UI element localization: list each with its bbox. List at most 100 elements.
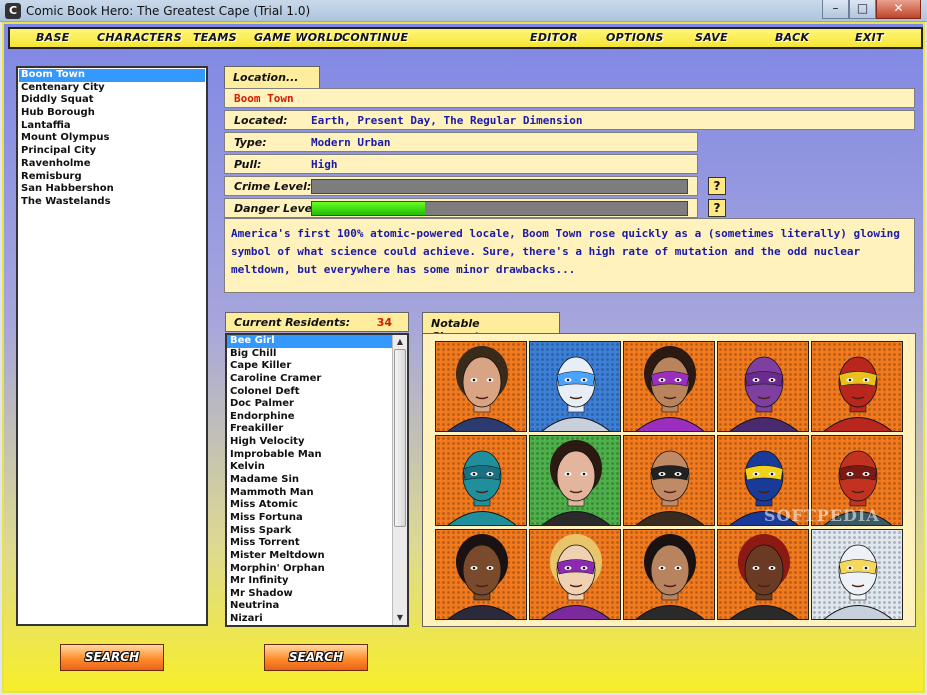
resident-item[interactable]: Nizari xyxy=(227,613,407,625)
location-item[interactable]: Lantaffia xyxy=(19,120,205,133)
menu-teams[interactable]: TEAMS xyxy=(193,31,237,44)
danger-help-button[interactable]: ? xyxy=(708,199,726,217)
character-portrait[interactable] xyxy=(529,341,621,432)
resident-item[interactable]: Miss Spark xyxy=(227,525,407,538)
close-icon[interactable]: ✕ xyxy=(876,0,921,19)
window-titlebar: C Comic Book Hero: The Greatest Cape (Tr… xyxy=(0,0,927,22)
residents-scrollbar[interactable]: ▲ ▼ xyxy=(392,335,407,625)
location-item[interactable]: Diddly Squat xyxy=(19,94,205,107)
resident-item[interactable]: Freakiller xyxy=(227,423,407,436)
portrait-art xyxy=(541,356,611,431)
resident-item[interactable]: Colonel Deft xyxy=(227,386,407,399)
resident-item[interactable]: Miss Fortuna xyxy=(227,512,407,525)
location-item[interactable]: Centenary City xyxy=(19,82,205,95)
resident-item[interactable]: Kelvin xyxy=(227,461,407,474)
notable-characters-panel xyxy=(422,333,916,627)
minimize-icon[interactable]: – xyxy=(822,0,849,19)
pull-row: Pull: High xyxy=(224,154,698,174)
notable-tab: Notable Characters... xyxy=(422,312,560,343)
character-portrait[interactable] xyxy=(529,529,621,620)
resident-item[interactable]: Mister Meltdown xyxy=(227,550,407,563)
crime-level-bar xyxy=(311,179,688,194)
menu-editor[interactable]: EDITOR xyxy=(530,31,578,44)
location-name: Boom Town xyxy=(234,92,294,105)
resident-item[interactable]: Neutrina xyxy=(227,600,407,613)
menu-options[interactable]: OPTIONS xyxy=(606,31,664,44)
pull-label: Pull: xyxy=(234,158,262,171)
resident-item[interactable]: Caroline Cramer xyxy=(227,373,407,386)
crime-help-button[interactable]: ? xyxy=(708,177,726,195)
resident-item[interactable]: Madame Sin xyxy=(227,474,407,487)
character-portrait[interactable] xyxy=(435,341,527,432)
app-icon: C xyxy=(5,3,21,19)
menu-save[interactable]: SAVE xyxy=(695,31,728,44)
portrait-art xyxy=(447,534,517,619)
resident-item[interactable]: Cape Killer xyxy=(227,360,407,373)
location-item[interactable]: Ravenholme xyxy=(19,158,205,171)
character-portrait[interactable] xyxy=(811,529,903,620)
menu-base[interactable]: BASE xyxy=(36,31,70,44)
character-portrait[interactable] xyxy=(529,435,621,526)
menu-game-world[interactable]: GAME WORLD xyxy=(254,31,343,44)
crime-row: Crime Level: xyxy=(224,176,698,196)
residents-header: Current Residents: 34 xyxy=(225,312,409,332)
character-portrait[interactable] xyxy=(623,341,715,432)
danger-level-bar xyxy=(311,201,688,216)
scroll-down-icon[interactable]: ▼ xyxy=(393,611,407,625)
residents-list[interactable]: Bee Girl Big Chill Cape Killer Caroline … xyxy=(225,333,409,627)
menu-back[interactable]: BACK xyxy=(775,31,809,44)
resident-item[interactable]: Miss Atomic xyxy=(227,499,407,512)
resident-item[interactable]: Mammoth Man xyxy=(227,487,407,500)
resident-item[interactable]: Mr Infinity xyxy=(227,575,407,588)
menu-characters[interactable]: CHARACTERS xyxy=(97,31,182,44)
location-item[interactable]: Mount Olympus xyxy=(19,132,205,145)
pull-value: High xyxy=(311,158,338,171)
main-menu: BASE CHARACTERS TEAMS GAME WORLD CONTINU… xyxy=(8,27,923,49)
location-item[interactable]: Hub Borough xyxy=(19,107,205,120)
residents-count: 34 xyxy=(376,316,392,329)
type-label: Type: xyxy=(234,136,267,149)
resident-item[interactable]: Mr Shadow xyxy=(227,588,407,601)
danger-label: Danger Level: xyxy=(234,202,321,215)
portrait-art xyxy=(823,544,893,619)
window-controls: – □ ✕ xyxy=(822,0,921,19)
search-residents-button[interactable]: SEARCH xyxy=(264,644,368,671)
window-title: Comic Book Hero: The Greatest Cape (Tria… xyxy=(26,4,311,18)
character-portrait[interactable] xyxy=(435,529,527,620)
portrait-art xyxy=(729,534,799,619)
location-description: America's first 100% atomic-powered loca… xyxy=(224,218,915,293)
character-portrait[interactable] xyxy=(623,435,715,526)
search-locations-button[interactable]: SEARCH xyxy=(60,644,164,671)
location-item[interactable]: The Wastelands xyxy=(19,196,205,209)
resident-item[interactable]: Improbable Man xyxy=(227,449,407,462)
scroll-thumb[interactable] xyxy=(394,349,406,527)
location-item[interactable]: Boom Town xyxy=(19,69,205,82)
location-item[interactable]: Principal City xyxy=(19,145,205,158)
resident-item[interactable]: High Velocity xyxy=(227,436,407,449)
danger-level-fill xyxy=(312,202,425,215)
location-tab: Location... xyxy=(224,66,320,88)
resident-item[interactable]: Morphin' Orphan xyxy=(227,563,407,576)
character-portrait[interactable] xyxy=(717,341,809,432)
character-portrait[interactable] xyxy=(811,341,903,432)
maximize-icon[interactable]: □ xyxy=(849,0,876,19)
located-row: Located: Earth, Present Day, The Regular… xyxy=(224,110,915,130)
menu-continue[interactable]: CONTINUE xyxy=(342,31,408,44)
location-item[interactable]: Remisburg xyxy=(19,171,205,184)
resident-item[interactable]: Doc Palmer xyxy=(227,398,407,411)
resident-item[interactable]: Big Chill xyxy=(227,348,407,361)
character-portrait[interactable] xyxy=(717,529,809,620)
resident-item[interactable]: Bee Girl xyxy=(227,335,392,348)
character-portrait[interactable] xyxy=(623,529,715,620)
portrait-art xyxy=(729,356,799,431)
location-list[interactable]: Boom Town Centenary City Diddly Squat Hu… xyxy=(16,66,208,626)
location-item[interactable]: San Habbershon xyxy=(19,183,205,196)
resident-item[interactable]: Miss Torrent xyxy=(227,537,407,550)
scroll-up-icon[interactable]: ▲ xyxy=(393,335,407,349)
menu-exit[interactable]: EXIT xyxy=(855,31,884,44)
character-portrait[interactable] xyxy=(435,435,527,526)
app-surface: BASE CHARACTERS TEAMS GAME WORLD CONTINU… xyxy=(2,22,925,693)
resident-item[interactable]: Endorphine xyxy=(227,411,407,424)
located-value: Earth, Present Day, The Regular Dimensio… xyxy=(311,114,583,127)
danger-row: Danger Level: xyxy=(224,198,698,218)
